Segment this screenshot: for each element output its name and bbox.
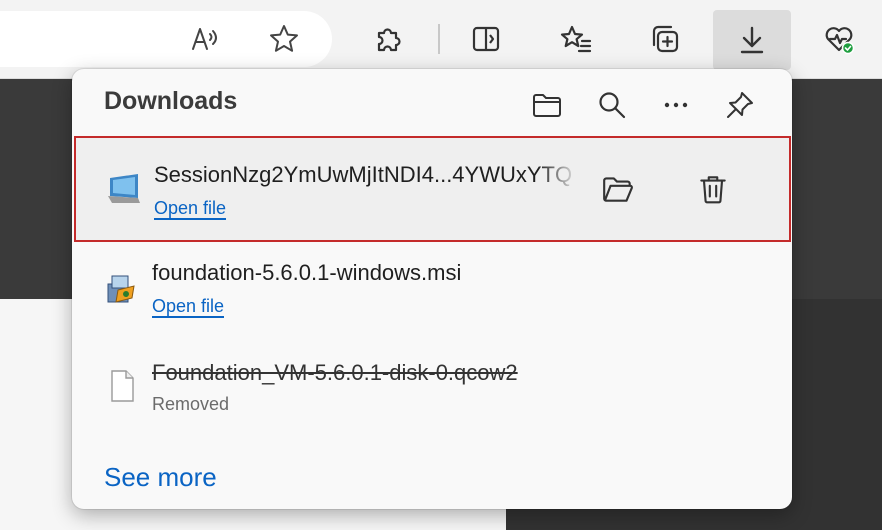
installer-icon	[104, 272, 140, 308]
download-item[interactable]: SessionNzg2YmUwMjItNDI4...4YWUxYTQ Open …	[74, 136, 791, 242]
file-status: Removed	[152, 394, 230, 414]
toolbar-divider	[438, 24, 440, 54]
browser-essentials-icon[interactable]	[812, 12, 866, 66]
search-icon[interactable]	[592, 85, 632, 125]
folder-icon[interactable]	[527, 85, 567, 125]
folder-icon[interactable]	[593, 164, 643, 214]
collections-icon[interactable]	[638, 12, 692, 66]
file-name: SessionNzg2YmUwMjItNDI4...4YWUxYTQ	[154, 162, 578, 188]
more-icon[interactable]	[656, 85, 696, 125]
download-item[interactable]: Foundation_VM-5.6.0.1-disk-0.qcow2 Remov…	[74, 336, 787, 438]
open-file-link[interactable]: Open file	[152, 296, 225, 318]
blank-file-icon	[104, 368, 140, 404]
delete-icon[interactable]	[688, 164, 738, 214]
file-name: foundation-5.6.0.1-windows.msi	[152, 260, 462, 285]
download-item[interactable]: foundation-5.6.0.1-windows.msi Open file	[74, 236, 787, 338]
file-name: Foundation_VM-5.6.0.1-disk-0.qcow2	[152, 360, 518, 385]
remote-desktop-icon	[106, 170, 142, 206]
download-icon[interactable]	[713, 10, 791, 70]
star-icon[interactable]	[257, 12, 311, 66]
favorites-list-icon[interactable]	[549, 12, 603, 66]
see-more-link[interactable]: See more	[104, 462, 217, 493]
browser-toolbar	[0, 0, 882, 79]
puzzle-icon[interactable]	[362, 12, 416, 66]
split-screen-icon[interactable]	[459, 12, 513, 66]
read-aloud-icon[interactable]	[178, 12, 232, 66]
downloads-title: Downloads	[104, 87, 238, 115]
downloads-flyout: Downloads SessionNzg2YmUwMjItNDI4...4YWU…	[72, 69, 792, 509]
open-file-link[interactable]: Open file	[154, 198, 227, 220]
pin-icon[interactable]	[720, 85, 760, 125]
